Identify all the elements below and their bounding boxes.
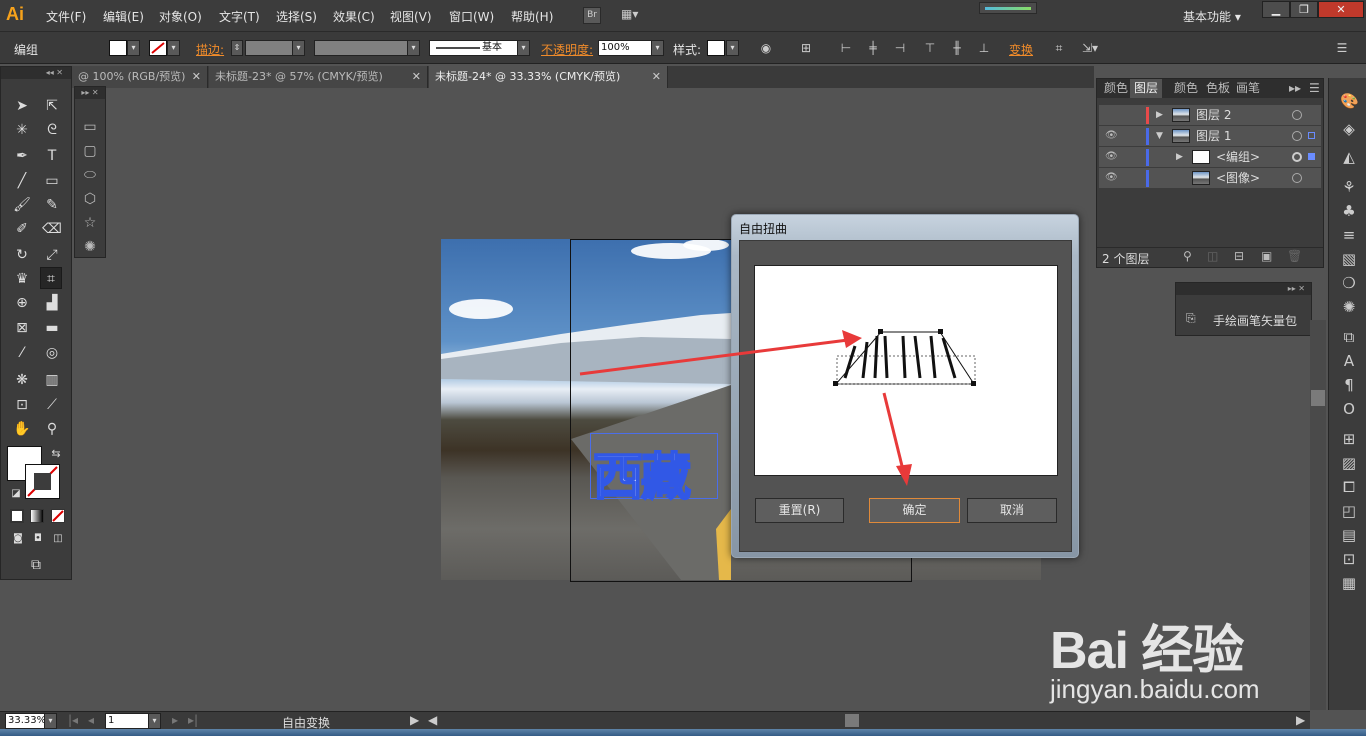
layer-name[interactable]: 图层 1 — [1196, 126, 1231, 146]
transform-icon[interactable]: ▨ — [1340, 454, 1358, 472]
locate-object-icon[interactable]: ⚲ — [1183, 249, 1192, 263]
graphic-styles-icon[interactable]: ⧉ — [1340, 328, 1358, 346]
status-menu-arrow-icon[interactable]: ▶ — [410, 713, 419, 727]
os-taskbar — [0, 729, 1366, 736]
new-layer-icon[interactable]: ▣ — [1261, 249, 1272, 263]
opentype-icon[interactable]: O — [1340, 400, 1358, 418]
brush-library-panel: ▸▸ ✕ ⎘ 手绘画笔矢量包 — [1175, 282, 1312, 336]
prev-page-icon[interactable]: ◂ — [88, 713, 94, 727]
delete-layer-icon[interactable]: 🗑 — [1287, 249, 1302, 263]
target-icon[interactable] — [1292, 110, 1302, 120]
first-page-icon[interactable]: |◂ — [68, 713, 78, 727]
scroll-left-icon[interactable]: ◀ — [428, 713, 437, 727]
vertical-scrollbar[interactable] — [1310, 320, 1326, 710]
zoom-field[interactable]: 33.33% — [5, 713, 46, 729]
tab-swatches[interactable]: 色板 — [1202, 79, 1234, 98]
tab-brushes[interactable]: 画笔 — [1232, 79, 1264, 98]
next-page-icon[interactable]: ▸ — [172, 713, 178, 727]
panel-header[interactable]: ▸▸ ✕ — [1176, 283, 1311, 295]
zoom-dropdown[interactable]: ▾ — [44, 713, 57, 729]
layer-count: 2 个图层 — [1102, 252, 1150, 266]
links-icon[interactable]: ▤ — [1340, 526, 1358, 544]
layer-name[interactable]: <图像> — [1216, 168, 1260, 188]
layer-name[interactable]: <编组> — [1216, 147, 1260, 167]
watermark-url: jingyan.baidu.com — [1050, 674, 1260, 704]
page-field[interactable]: 1 — [105, 713, 149, 729]
collapse-triangle-icon[interactable]: ▼ — [1156, 126, 1163, 146]
layers-panel: 颜色 图层 颜色 色板 画笔 ▸▸ ☰ ▶ 图层 2 👁 ▼ 图层 1 👁 ▶ … — [1096, 78, 1324, 268]
visibility-eye-icon[interactable]: 👁 — [1105, 126, 1118, 146]
layer-row[interactable]: 👁 <图像> — [1099, 168, 1321, 189]
layers-tabbar: 颜色 图层 颜色 色板 画笔 ▸▸ ☰ — [1097, 79, 1323, 98]
expand-panel-icon[interactable]: ▸▸ — [1285, 79, 1305, 98]
stroke-icon[interactable]: ≡ — [1340, 226, 1358, 244]
layer-row[interactable]: 👁 ▶ <编组> — [1099, 147, 1321, 168]
last-page-icon[interactable]: ▸| — [188, 713, 198, 727]
layer-thumbnail — [1192, 150, 1210, 164]
transparency-icon[interactable]: ❍ — [1340, 274, 1358, 292]
new-sublayer-icon[interactable]: ⊟ — [1234, 249, 1244, 263]
panel-menu-icon[interactable]: ☰ — [1305, 79, 1324, 98]
character-icon[interactable]: A — [1340, 352, 1358, 370]
layer-thumbnail — [1192, 171, 1210, 185]
symbols-icon[interactable]: ♣ — [1340, 202, 1358, 220]
expand-triangle-icon[interactable]: ▶ — [1176, 147, 1183, 167]
panel-dock: 🎨 ◈ ◭ ⚘ ♣ ≡ ▧ ❍ ✺ ⧉ A ¶ O ⊞ ▨ ⧠ ◰ ▤ ⊡ ▦ — [1328, 78, 1366, 710]
expand-triangle-icon[interactable]: ▶ — [1156, 105, 1163, 125]
appearance-icon[interactable]: ✺ — [1340, 298, 1358, 316]
color-palette-icon[interactable]: 🎨 — [1340, 92, 1359, 110]
artboards-icon[interactable]: ◰ — [1340, 502, 1358, 520]
color-guide-icon[interactable]: ◭ — [1340, 148, 1358, 166]
layers-icon[interactable]: ◈ — [1340, 120, 1358, 138]
layer-color-bar — [1146, 170, 1149, 187]
baidu-watermark: Bai 经验 jingyan.baidu.com — [1040, 590, 1300, 710]
info-icon[interactable]: ▦ — [1340, 574, 1358, 592]
paragraph-icon[interactable]: ¶ — [1340, 376, 1358, 394]
target-icon[interactable] — [1292, 152, 1302, 162]
align-icon[interactable]: ⊞ — [1340, 430, 1358, 448]
scroll-right-icon[interactable]: ▶ — [1296, 713, 1305, 727]
gradient-icon[interactable]: ▧ — [1340, 250, 1358, 268]
selection-indicator-icon[interactable] — [1308, 132, 1315, 139]
navigator-icon[interactable]: ⊡ — [1340, 550, 1358, 568]
status-bar: 33.33% ▾ |◂ ◂ 1 ▾ ▸ ▸| 自由变换 ▶ ◀ ▶ — [0, 711, 1310, 730]
pathfinder-icon[interactable]: ⧠ — [1340, 478, 1358, 496]
selection-indicator-icon[interactable] — [1308, 153, 1315, 160]
layer-name[interactable]: 图层 2 — [1196, 105, 1231, 125]
layer-row[interactable]: ▶ 图层 2 — [1099, 105, 1321, 126]
target-icon[interactable] — [1292, 131, 1302, 141]
watermark-logo: Bai 经验 — [1050, 622, 1244, 680]
layers-footer: 2 个图层 ⚲ ◫ ⊟ ▣ 🗑 — [1097, 247, 1323, 267]
tab-color-guide[interactable]: 颜色 — [1170, 79, 1202, 98]
layer-thumbnail — [1172, 108, 1190, 122]
horizontal-scroll-thumb[interactable] — [845, 714, 859, 727]
brush-library-icon: ⎘ — [1186, 311, 1196, 325]
visibility-eye-icon[interactable]: 👁 — [1105, 147, 1118, 167]
clipping-mask-icon[interactable]: ◫ — [1207, 249, 1218, 263]
page-dropdown[interactable]: ▾ — [148, 713, 161, 729]
brush-library-item[interactable]: 手绘画笔矢量包 — [1213, 312, 1297, 329]
target-icon[interactable] — [1292, 173, 1302, 183]
layer-thumbnail — [1172, 129, 1190, 143]
tab-color[interactable]: 颜色 — [1100, 79, 1132, 98]
layer-color-bar — [1146, 107, 1149, 124]
scrollbar-thumb[interactable] — [1311, 390, 1325, 406]
layer-row[interactable]: 👁 ▼ 图层 1 — [1099, 126, 1321, 147]
brushes-icon[interactable]: ⚘ — [1340, 178, 1358, 196]
layer-color-bar — [1146, 128, 1149, 145]
tab-layers[interactable]: 图层 — [1130, 79, 1163, 98]
visibility-eye-icon[interactable]: 👁 — [1105, 168, 1118, 188]
layer-color-bar — [1146, 149, 1149, 166]
